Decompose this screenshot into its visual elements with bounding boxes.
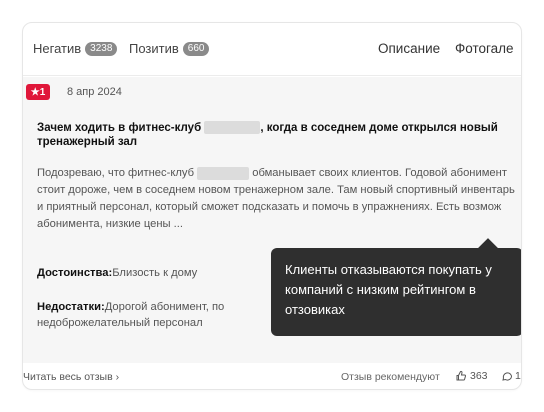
comment-icon (502, 372, 513, 381)
thumbs-up-icon (456, 370, 467, 381)
pros-label: Достоинства: (37, 267, 113, 279)
review-text-part3: абонимента, низкие цены ... (37, 218, 183, 230)
cons-label: Недостатки: (37, 301, 105, 313)
review-card: Негатив 3238 Позитив 660 Описание Фотога… (22, 22, 522, 390)
comments-count: 10 (515, 370, 521, 382)
tab-negative-label: Негатив (33, 41, 82, 56)
tab-description[interactable]: Описание (378, 41, 440, 56)
tab-positive-label: Позитив (129, 41, 179, 56)
tooltip: Клиенты отказываются покупать у компаний… (271, 238, 521, 336)
tab-photos[interactable]: Фотогале (455, 41, 514, 56)
tab-positive[interactable]: Позитив 660 (129, 41, 210, 56)
review-text-part1: Подозреваю, что фитнес-клуб (37, 167, 194, 179)
review-meta: ★ 1 8 апр 2024 (23, 77, 521, 107)
recommend-label: Отзыв рекомендуют (341, 371, 440, 383)
star-icon: ★ (30, 86, 40, 98)
pros-value: Близость к дому (112, 267, 198, 279)
likes-count: 363 (470, 370, 488, 382)
rating-badge: ★ 1 (26, 84, 50, 100)
blurred-name (197, 166, 250, 180)
rating-value: 1 (39, 86, 46, 98)
review-date: 8 апр 2024 (67, 86, 122, 98)
review-title-part1: Зачем ходить в фитнес-клуб (37, 122, 202, 134)
positive-count-badge: 660 (182, 41, 210, 56)
comments-button[interactable]: 10 (501, 370, 521, 382)
blurred-name (204, 121, 261, 135)
negative-count-badge: 3238 (85, 41, 118, 56)
tooltip-text: Клиенты отказываются покупать у компаний… (285, 262, 492, 317)
review-tabs: Негатив 3238 Позитив 660 Описание Фотога… (23, 23, 521, 76)
review-footer: Читать весь отзыв › Отзыв рекомендуют 36… (23, 365, 521, 389)
tab-negative[interactable]: Негатив 3238 (33, 41, 118, 56)
likes-button[interactable]: 363 (455, 370, 488, 382)
review-title: Зачем ходить в фитнес-клуб , когда в сос… (37, 121, 517, 149)
read-more-link[interactable]: Читать весь отзыв › (23, 371, 119, 383)
review-text: Подозреваю, что фитнес-клуб обманывает с… (37, 165, 517, 233)
review-pros: Достоинства:Близость к дому (37, 267, 197, 279)
